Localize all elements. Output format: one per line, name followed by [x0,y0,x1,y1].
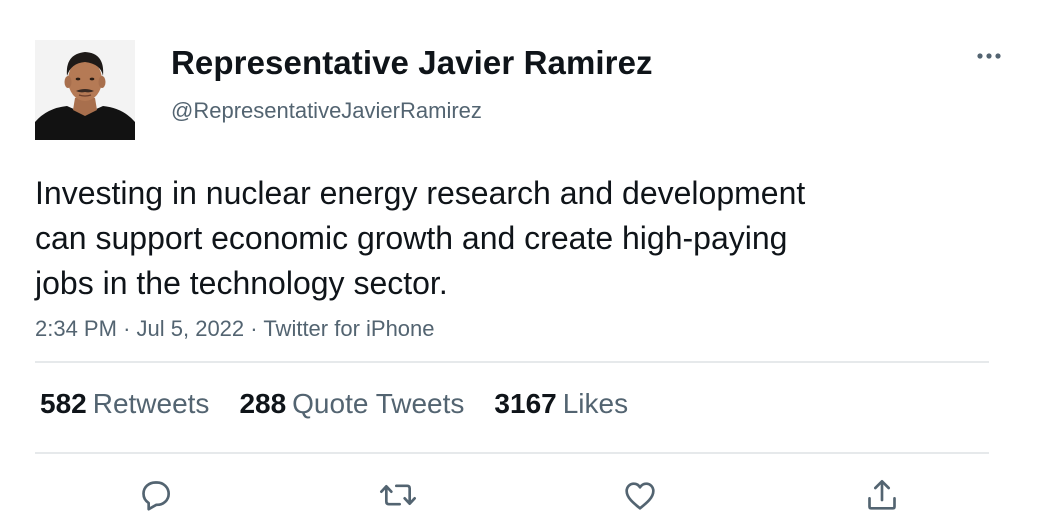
divider [35,452,989,454]
reply-icon [142,481,171,511]
more-options-button[interactable] [972,42,1006,70]
likes-count: 3167 [494,388,557,419]
meta-separator: · [250,316,264,341]
share-button[interactable] [857,472,907,518]
display-name[interactable]: Representative Javier Ramirez [171,44,653,82]
avatar-portrait [35,40,135,140]
tweet-source[interactable]: Twitter for iPhone [263,316,434,341]
avatar[interactable] [35,40,135,140]
reply-button[interactable] [131,472,181,518]
tweet-date[interactable]: Jul 5, 2022 [137,316,245,341]
like-button[interactable] [615,472,665,518]
engagement-stats: 582 Retweets 288 Quote Tweets 3167 Likes [40,388,658,420]
meta-separator: · [123,316,137,341]
more-options-icon [977,53,1001,59]
retweet-icon [380,484,416,506]
tweet-text-line: jobs in the technology sector. [35,265,448,301]
tweet-text: Investing in nuclear energy research and… [35,171,935,306]
quote-tweets-stat[interactable]: 288 Quote Tweets [239,388,464,420]
retweets-stat[interactable]: 582 Retweets [40,388,209,420]
likes-label: Likes [562,388,629,419]
tweet-text-line: can support economic growth and create h… [35,220,788,256]
share-icon [868,480,896,510]
quote-tweets-count: 288 [239,388,287,419]
divider [35,361,989,363]
user-handle[interactable]: @RepresentativeJavierRamirez [171,98,482,124]
heart-icon [625,482,655,510]
retweet-button[interactable] [373,472,423,518]
tweet-time[interactable]: 2:34 PM [35,316,117,341]
quote-tweets-label: Quote Tweets [292,388,465,419]
retweets-count: 582 [40,388,87,419]
likes-stat[interactable]: 3167 Likes [494,388,628,420]
retweets-label: Retweets [92,388,210,419]
tweet-metadata: 2:34 PM · Jul 5, 2022 · Twitter for iPho… [35,316,435,342]
tweet-text-line: Investing in nuclear energy research and… [35,175,806,211]
